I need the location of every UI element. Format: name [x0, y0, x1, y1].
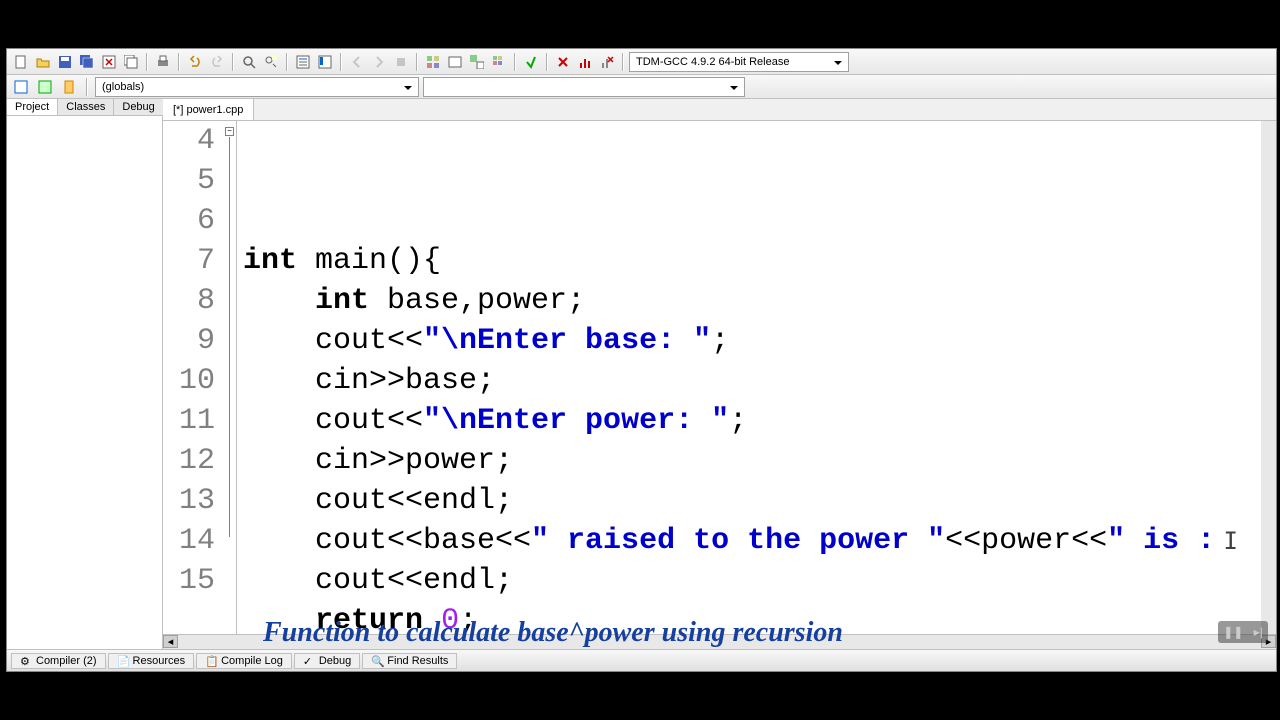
line-gutter: 456789101112131415: [163, 121, 223, 634]
insert-button[interactable]: [35, 77, 55, 97]
compiler-select[interactable]: TDM-GCC 4.9.2 64-bit Release: [629, 52, 849, 72]
horizontal-scrollbar[interactable]: ◂ ▸ Function to calculate base^power usi…: [163, 634, 1276, 649]
run-button[interactable]: [445, 52, 465, 72]
compile-log-status-tab[interactable]: 📋Compile Log: [196, 653, 292, 669]
file-tab-power1[interactable]: [*] power1.cpp: [163, 99, 254, 120]
find-button[interactable]: [239, 52, 259, 72]
main-area: Project Classes Debug [*] power1.cpp 456…: [7, 99, 1276, 649]
find-results-status-tab[interactable]: 🔍Find Results: [362, 653, 457, 669]
compiler-status-tab[interactable]: ⚙Compiler (2): [11, 653, 106, 669]
redo-button[interactable]: [207, 52, 227, 72]
app-window: TDM-GCC 4.9.2 64-bit Release (globals) P…: [6, 48, 1277, 672]
back-button[interactable]: [347, 52, 367, 72]
print-button[interactable]: [153, 52, 173, 72]
fold-column: −: [223, 121, 237, 634]
save-all-button[interactable]: [77, 52, 97, 72]
code-line[interactable]: int main(){: [237, 241, 1276, 281]
code-area[interactable]: 456789101112131415 − int main(){ int bas…: [163, 121, 1276, 634]
stop-button[interactable]: [391, 52, 411, 72]
delete-profile-button[interactable]: [597, 52, 617, 72]
close-file-button[interactable]: [99, 52, 119, 72]
resources-status-tab[interactable]: 📄Resources: [108, 653, 195, 669]
forward-button[interactable]: [369, 52, 389, 72]
bug-icon: ✓: [303, 655, 315, 667]
scope-toolbar: (globals): [7, 75, 1276, 99]
close-all-button[interactable]: [121, 52, 141, 72]
scope-select[interactable]: (globals): [95, 77, 419, 97]
undo-button[interactable]: [185, 52, 205, 72]
code-line[interactable]: cout<<base<<" raised to the power "<<pow…: [237, 521, 1276, 561]
code-line[interactable]: cin>>power;: [237, 441, 1276, 481]
replace-button[interactable]: [261, 52, 281, 72]
media-controls[interactable]: ❚❚ ▸|: [1218, 621, 1268, 643]
fold-open-icon[interactable]: −: [225, 127, 234, 136]
caption-overlay: Function to calculate base^power using r…: [263, 617, 843, 649]
debug-button[interactable]: [521, 52, 541, 72]
code-line[interactable]: cout<<endl;: [237, 561, 1276, 601]
project-tab[interactable]: Project: [7, 99, 58, 115]
member-select[interactable]: [423, 77, 745, 97]
side-tabs: Project Classes Debug: [7, 99, 162, 116]
debug-status-tab[interactable]: ✓Debug: [294, 653, 360, 669]
log-icon: 📋: [205, 655, 217, 667]
code-line[interactable]: int base,power;: [237, 281, 1276, 321]
status-bar: ⚙Compiler (2) 📄Resources 📋Compile Log ✓D…: [7, 649, 1276, 671]
code-line[interactable]: cout<<endl;: [237, 481, 1276, 521]
editor-area: [*] power1.cpp 456789101112131415 − int …: [163, 99, 1276, 649]
rebuild-all-button[interactable]: [489, 52, 509, 72]
fold-line: [229, 137, 230, 537]
pause-icon[interactable]: ❚❚: [1223, 625, 1243, 639]
profile-button[interactable]: [575, 52, 595, 72]
side-panel: Project Classes Debug: [7, 99, 163, 649]
save-button[interactable]: [55, 52, 75, 72]
bookmark-button[interactable]: [315, 52, 335, 72]
code-line[interactable]: cin>>base;: [237, 361, 1276, 401]
compiler-icon: ⚙: [20, 655, 32, 667]
debug-stop-button[interactable]: [553, 52, 573, 72]
goto-line-button[interactable]: [293, 52, 313, 72]
toggle-bookmark-button[interactable]: [59, 77, 79, 97]
main-toolbar: TDM-GCC 4.9.2 64-bit Release: [7, 49, 1276, 75]
vertical-scrollbar[interactable]: [1261, 121, 1276, 634]
scroll-left-icon[interactable]: ◂: [163, 635, 178, 648]
code-content[interactable]: int main(){ int base,power; cout<<"\nEnt…: [237, 121, 1276, 634]
resources-icon: 📄: [117, 655, 129, 667]
new-file-button[interactable]: [11, 52, 31, 72]
file-tabs: [*] power1.cpp: [163, 99, 1276, 121]
code-line[interactable]: cout<<"\nEnter power: ";: [237, 401, 1276, 441]
classes-tab[interactable]: Classes: [58, 99, 114, 115]
new-class-button[interactable]: [11, 77, 31, 97]
debug-tab[interactable]: Debug: [114, 99, 163, 115]
open-file-button[interactable]: [33, 52, 53, 72]
compile-button[interactable]: [423, 52, 443, 72]
search-icon: 🔍: [371, 655, 383, 667]
compile-run-button[interactable]: [467, 52, 487, 72]
next-icon[interactable]: ▸|: [1254, 625, 1263, 639]
code-line[interactable]: cout<<"\nEnter base: ";: [237, 321, 1276, 361]
